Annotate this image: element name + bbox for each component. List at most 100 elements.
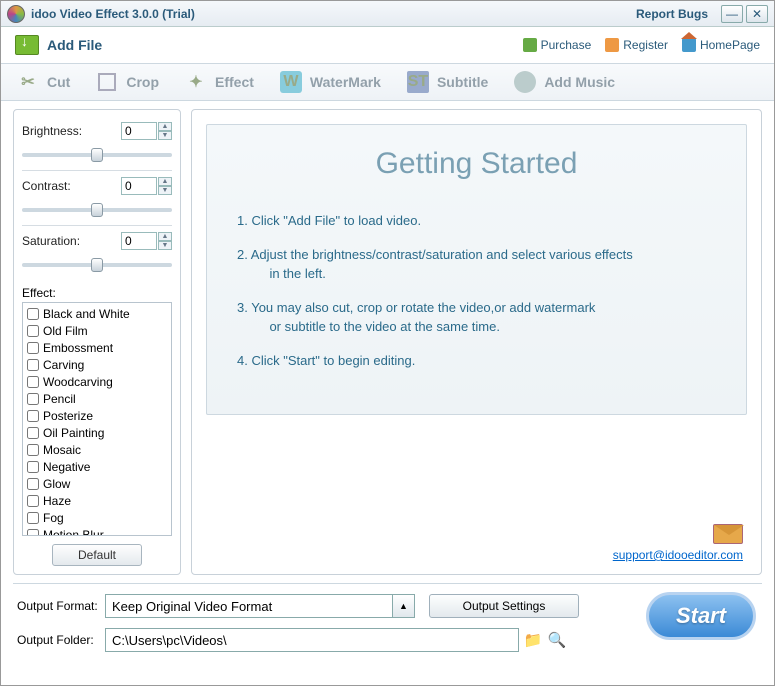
- contrast-spinner[interactable]: ▲▼: [121, 177, 172, 195]
- support-link[interactable]: support@idooeditor.com: [613, 548, 743, 562]
- watermark-icon: W: [280, 71, 302, 93]
- effect-checkbox[interactable]: [27, 529, 39, 537]
- homepage-label: HomePage: [700, 38, 760, 52]
- close-button[interactable]: ✕: [746, 5, 768, 23]
- cut-button[interactable]: ✂Cut: [17, 71, 70, 93]
- brightness-group: Brightness: ▲▼: [22, 116, 172, 171]
- output-settings-button[interactable]: Output Settings: [429, 594, 579, 618]
- saturation-up[interactable]: ▲: [158, 232, 172, 241]
- purchase-link[interactable]: Purchase: [523, 38, 592, 52]
- output-format-value: Keep Original Video Format: [112, 599, 272, 614]
- contrast-slider[interactable]: [22, 208, 172, 212]
- effect-button[interactable]: ✦Effect: [185, 71, 254, 93]
- effect-checkbox[interactable]: [27, 342, 39, 354]
- effect-item-label: Motion Blur: [43, 528, 104, 537]
- saturation-down[interactable]: ▼: [158, 241, 172, 250]
- step-1: 1. Click "Add File" to load video.: [237, 211, 716, 231]
- brightness-value[interactable]: [121, 122, 157, 140]
- contrast-group: Contrast: ▲▼: [22, 171, 172, 226]
- bottom-section: Output Format: Keep Original Video Forma…: [1, 584, 774, 672]
- getting-started-box: Getting Started 1. Click "Add File" to l…: [206, 124, 747, 415]
- brightness-slider[interactable]: [22, 153, 172, 157]
- app-icon: [7, 5, 25, 23]
- watermark-label: WaterMark: [310, 74, 381, 90]
- step-2: 2. Adjust the brightness/contrast/satura…: [237, 245, 716, 284]
- effect-checkbox[interactable]: [27, 444, 39, 456]
- brightness-spinner[interactable]: ▲▼: [121, 122, 172, 140]
- window-title: idoo Video Effect 3.0.0 (Trial): [31, 7, 195, 21]
- start-button[interactable]: Start: [646, 592, 756, 640]
- effect-item[interactable]: Posterize: [27, 407, 167, 424]
- saturation-slider[interactable]: [22, 263, 172, 267]
- effect-checkbox[interactable]: [27, 478, 39, 490]
- open-folder-button[interactable]: 🔍: [547, 630, 567, 650]
- contrast-up[interactable]: ▲: [158, 177, 172, 186]
- register-icon: [605, 38, 619, 52]
- add-file-label: Add File: [47, 37, 102, 53]
- effect-item-label: Haze: [43, 494, 71, 508]
- effect-list[interactable]: Black and WhiteOld Film Embossment Carving…: [22, 302, 172, 536]
- output-folder-input[interactable]: [105, 628, 519, 652]
- chevron-up-icon[interactable]: ▲: [392, 595, 414, 617]
- add-file-button[interactable]: Add File: [15, 35, 102, 55]
- homepage-link[interactable]: HomePage: [682, 38, 760, 52]
- effect-item[interactable]: Embossment: [27, 339, 167, 356]
- effect-checkbox[interactable]: [27, 495, 39, 507]
- step-3: 3. You may also cut, crop or rotate the …: [237, 298, 716, 337]
- watermark-button[interactable]: W WaterMark: [280, 71, 381, 93]
- contrast-down[interactable]: ▼: [158, 186, 172, 195]
- effect-label: Effect: [215, 74, 254, 90]
- main-area: Brightness: ▲▼ Contrast: ▲▼ Saturation:: [1, 101, 774, 583]
- effect-checkbox[interactable]: [27, 461, 39, 473]
- output-format-combo[interactable]: Keep Original Video Format ▲: [105, 594, 415, 618]
- add-file-icon: [15, 35, 39, 55]
- effect-item[interactable]: Negative: [27, 458, 167, 475]
- brightness-down[interactable]: ▼: [158, 131, 172, 140]
- effect-item[interactable]: Mosaic: [27, 441, 167, 458]
- effect-checkbox[interactable]: [27, 410, 39, 422]
- support-block: support@idooeditor.com: [613, 524, 743, 562]
- browse-folder-button[interactable]: 📁: [523, 630, 543, 650]
- effect-item-label: Black and White: [43, 307, 130, 321]
- purchase-label: Purchase: [541, 38, 592, 52]
- addmusic-label: Add Music: [544, 74, 615, 90]
- effect-checkbox[interactable]: [27, 393, 39, 405]
- effect-item-label: Embossment: [43, 341, 113, 355]
- step-4: 4. Click "Start" to begin editing.: [237, 351, 716, 371]
- minimize-button[interactable]: —: [721, 5, 743, 23]
- default-button[interactable]: Default: [52, 544, 142, 566]
- report-bugs-link[interactable]: Report Bugs: [636, 7, 708, 21]
- effect-checkbox[interactable]: [27, 427, 39, 439]
- effect-item[interactable]: Woodcarving: [27, 373, 167, 390]
- crop-button[interactable]: Crop: [96, 71, 159, 93]
- effect-item[interactable]: Haze: [27, 492, 167, 509]
- effect-list-label: Effect:: [22, 286, 172, 300]
- saturation-value[interactable]: [121, 232, 157, 250]
- effect-item[interactable]: Old Film: [27, 322, 167, 339]
- effect-item[interactable]: Fog: [27, 509, 167, 526]
- effect-item-label: Carving: [43, 358, 84, 372]
- effect-checkbox[interactable]: [27, 376, 39, 388]
- saturation-spinner[interactable]: ▲▼: [121, 232, 172, 250]
- subtitle-button[interactable]: STSubtitle: [407, 71, 488, 93]
- register-link[interactable]: Register: [605, 38, 668, 52]
- effect-checkbox[interactable]: [27, 359, 39, 371]
- effect-item[interactable]: Motion Blur: [27, 526, 167, 536]
- output-folder-label: Output Folder:: [17, 633, 105, 647]
- effect-item-label: Pencil: [43, 392, 76, 406]
- add-music-button[interactable]: Add Music: [514, 71, 615, 93]
- contrast-value[interactable]: [121, 177, 157, 195]
- effect-checkbox[interactable]: [27, 308, 39, 320]
- purchase-icon: [523, 38, 537, 52]
- effect-item[interactable]: Pencil: [27, 390, 167, 407]
- effect-item[interactable]: Oil Painting: [27, 424, 167, 441]
- effect-item[interactable]: Glow: [27, 475, 167, 492]
- contrast-label: Contrast:: [22, 179, 71, 193]
- left-panel: Brightness: ▲▼ Contrast: ▲▼ Saturation:: [13, 109, 181, 575]
- effect-item[interactable]: Carving: [27, 356, 167, 373]
- effect-checkbox[interactable]: [27, 325, 39, 337]
- effect-item[interactable]: Black and White: [27, 305, 167, 322]
- effect-checkbox[interactable]: [27, 512, 39, 524]
- right-panel: Getting Started 1. Click "Add File" to l…: [191, 109, 762, 575]
- brightness-up[interactable]: ▲: [158, 122, 172, 131]
